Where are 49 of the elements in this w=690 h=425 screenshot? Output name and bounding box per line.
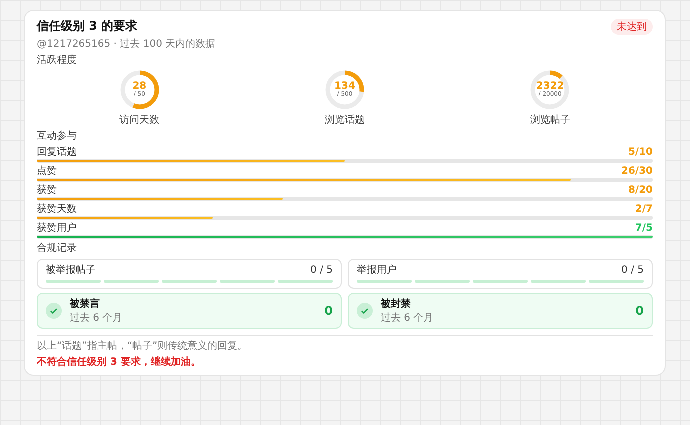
progress-ring (118, 69, 161, 111)
ring-caption: 访问天数 (120, 114, 160, 127)
metric-reading: 8/20 (628, 184, 653, 196)
metric-reading: 7/5 (635, 222, 653, 234)
ring-caption: 浏览帖子 (530, 114, 570, 127)
segment-bar (589, 280, 644, 283)
segment-bar (104, 280, 159, 283)
metric-name: 获赞用户 (37, 222, 77, 235)
card-title: 信任级别 3 的要求 (37, 18, 138, 35)
check-icon (357, 303, 373, 319)
segment-bar (473, 280, 528, 283)
check-icon (46, 303, 62, 319)
status-period: 过去 6 个月 (381, 312, 435, 325)
segment-bar (415, 280, 470, 283)
section-label: 合规记录 (37, 242, 78, 255)
footnote: 以上“话题”指主帖，“帖子”则传统意义的回复。 (37, 340, 249, 353)
report-reading: 0 / 5 (622, 264, 644, 276)
status-badge: 未达到 (611, 18, 653, 34)
status-count: 0 (636, 304, 644, 318)
section-label: 活跃程度 (37, 54, 78, 67)
segment-bar (162, 280, 217, 283)
report-name: 被举报帖子 (46, 264, 96, 277)
segment-bar (531, 280, 586, 283)
status-name: 被封禁 (381, 298, 412, 311)
report-name: 举报用户 (357, 264, 397, 277)
result-message: 不符合信任级别 3 要求，继续加油。 (37, 356, 202, 369)
status-period: 过去 6 个月 (70, 312, 124, 325)
status-name: 被禁言 (70, 297, 101, 311)
metric-reading: 26/30 (622, 166, 653, 176)
status-count: 0 (324, 304, 333, 318)
metric-reading: 2/7 (635, 204, 653, 214)
segment-bar (357, 280, 412, 283)
metric-name: 回复话题 (37, 146, 77, 159)
card-subtitle: @1217265165 · 过去 100 天内的数据 (37, 38, 217, 51)
progress-ring (529, 69, 572, 111)
segment-bar (220, 280, 275, 283)
progress-ring (324, 69, 366, 111)
section-label: 互动参与 (37, 130, 78, 143)
metric-name: 获赞 (37, 184, 57, 197)
ring-value: 2322 (536, 82, 564, 92)
ring-value: 134 (334, 82, 356, 92)
ring-caption: 浏览话题 (324, 114, 365, 127)
segment-bar (46, 280, 101, 283)
segment-bar (278, 280, 333, 283)
metric-name: 点赞 (37, 164, 57, 178)
ring-value: 28 (132, 82, 147, 92)
metric-name: 获赞天数 (37, 202, 77, 216)
report-reading: 0 / 5 (310, 264, 333, 276)
metric-reading: 5/10 (628, 146, 653, 158)
